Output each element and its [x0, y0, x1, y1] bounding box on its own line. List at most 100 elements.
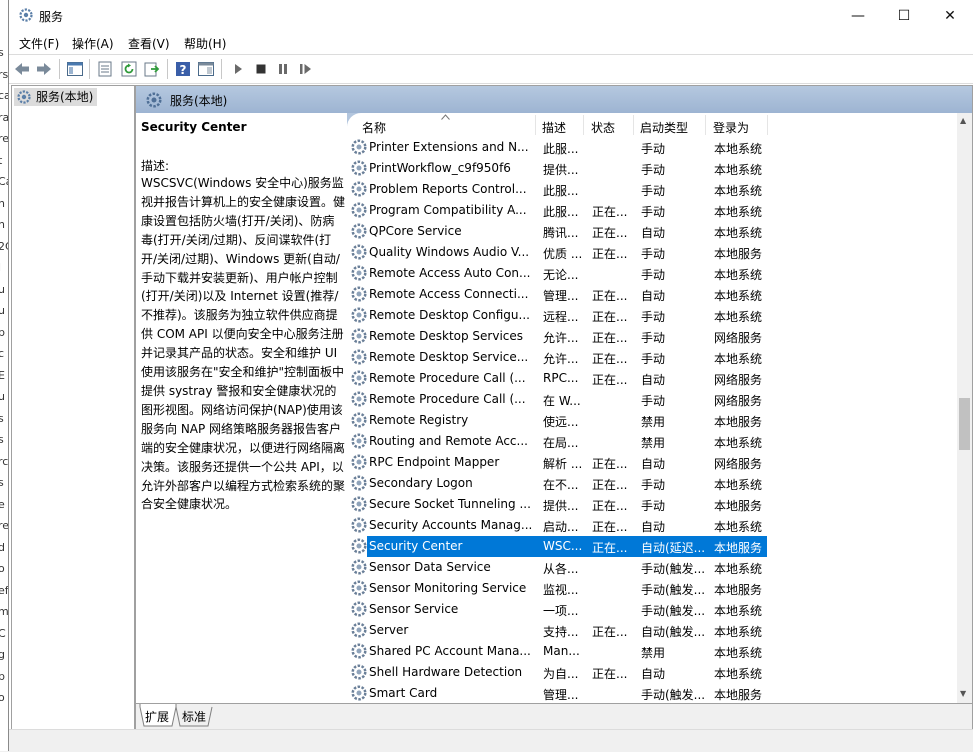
service-name: Security Center — [369, 539, 463, 553]
service-name: Remote Desktop Services — [369, 329, 524, 343]
service-gear-icon — [351, 202, 367, 218]
service-name: Security Accounts Manag... — [369, 518, 533, 532]
service-row[interactable]: Quality Windows Audio V... 优质 ... 正在... 手动 本… — [347, 242, 957, 263]
background-text-fragment: c — [0, 347, 5, 360]
service-row[interactable]: Remote Procedure Call (... RPC... 正在... 自动 网… — [347, 368, 957, 389]
tab-standard[interactable]: 标准 — [182, 708, 206, 726]
tab-extended[interactable]: 扩展 — [145, 708, 169, 726]
column-header-name[interactable]: 名称 — [362, 119, 386, 136]
background-text-fragment: rsi — [0, 67, 8, 81]
service-row[interactable]: Remote Desktop Service... 允许... 正在... 手动 本地系… — [347, 347, 957, 368]
tree-node-services-local[interactable]: 服务(本地) — [14, 88, 98, 106]
gear-icon — [17, 90, 31, 104]
service-name: RPC Endpoint Mapper — [369, 455, 500, 469]
tree-node-label: 服务(本地) — [36, 90, 94, 104]
service-logon-as: 本地服务 — [714, 247, 763, 261]
stop-service-icon[interactable] — [252, 60, 270, 78]
service-row[interactable]: Secure Socket Tunneling ... 提供... 正在... 手动 本… — [347, 494, 957, 515]
service-startup-type: 手动 — [641, 331, 666, 345]
properties-sheet-icon[interactable] — [96, 60, 114, 78]
column-separator[interactable] — [583, 115, 584, 135]
service-row[interactable]: Remote Registry 使远... 禁用 本地服务 — [347, 410, 957, 431]
background-text-fragment: re — [0, 132, 8, 145]
toolbar-separator — [167, 59, 168, 79]
service-desc: 管理... — [543, 688, 579, 702]
service-desc: 解析 ... — [543, 457, 583, 471]
column-separator[interactable] — [535, 115, 536, 135]
service-row[interactable]: Remote Desktop Services 允许... 正在... 手动 网络服务 — [347, 326, 957, 347]
scroll-up-arrow-icon[interactable]: ▲ — [960, 116, 966, 125]
service-row[interactable]: QPCore Service 腾讯... 正在... 自动 本地系统 — [347, 221, 957, 242]
export-list-icon[interactable] — [143, 60, 161, 78]
toolbar-separator — [59, 59, 60, 79]
service-row[interactable]: Program Compatibility A... 此服... 正在... 手动 本地… — [347, 200, 957, 221]
service-row[interactable]: Sensor Service 一项... 手动(触发... 本地系统 — [347, 599, 957, 620]
refresh-icon[interactable] — [120, 60, 138, 78]
background-text-fragment: s — [0, 411, 4, 425]
pause-service-icon[interactable] — [274, 60, 292, 78]
service-row[interactable]: Security Accounts Manag... 启动... 正在... 自动 本地… — [347, 515, 957, 536]
column-header-desc[interactable]: 描述 — [542, 119, 566, 136]
service-row[interactable]: Remote Access Connecti... 管理... 正在... 自动 本地系… — [347, 284, 957, 305]
column-header-separator[interactable] — [633, 115, 634, 135]
service-logon-as: 本地系统 — [714, 520, 763, 534]
service-row[interactable]: Sensor Monitoring Service 监视... 手动(触发... 本地… — [347, 578, 957, 599]
service-row[interactable]: Secondary Logon 在不... 正在... 手动 本地系统 — [347, 473, 957, 494]
scroll-down-arrow-icon[interactable]: ▼ — [960, 689, 966, 698]
service-row[interactable]: Server 支持... 正在... 自动(触发... 本地系统 — [347, 620, 957, 641]
service-row[interactable]: Smart Card 管理... 手动(触发... 本地服务 — [347, 683, 957, 703]
menu-action[interactable]: 操作(A) — [72, 35, 114, 52]
service-row[interactable]: PrintWorkflow_c9f950f6 提供... 手动 本地系统 — [347, 158, 957, 179]
service-name: Shared PC Account Mana... — [369, 644, 531, 658]
help-icon[interactable]: ? — [174, 60, 192, 78]
menu-view[interactable]: 查看(V) — [128, 35, 170, 52]
service-row[interactable]: Problem Reports Control... 此服... 手动 本地系统 — [347, 179, 957, 200]
restart-service-icon[interactable] — [297, 60, 315, 78]
service-name: Sensor Service — [369, 602, 459, 616]
column-header-status[interactable]: 状态 — [591, 119, 615, 136]
start-service-icon[interactable] — [229, 60, 247, 78]
forward-arrow-icon[interactable] — [35, 60, 53, 78]
service-startup-type: 禁用 — [641, 646, 666, 660]
service-row[interactable]: Sensor Data Service 从各... 手动(触发... 本地系统 — [347, 557, 957, 578]
console-tree-icon[interactable] — [66, 60, 84, 78]
maximize-button[interactable]: ☐ — [881, 0, 927, 31]
service-row[interactable]: Shell Hardware Detection 为自... 正在... 自动 本地系统 — [347, 662, 957, 683]
column-separator[interactable] — [767, 115, 768, 135]
service-row[interactable]: Security Center WSC... 正在... 自动(延迟... 本地服务 — [347, 536, 957, 557]
column-header-logon[interactable]: 登录为 — [713, 119, 749, 136]
scrollbar-thumb[interactable] — [959, 398, 970, 450]
service-row[interactable]: Remote Desktop Configu... 远程... 正在... 手动 本地系… — [347, 305, 957, 326]
menu-help[interactable]: 帮助(H) — [184, 35, 226, 52]
service-desc: 启动... — [543, 520, 579, 534]
service-row[interactable]: Printer Extensions and N... 此服... 手动 本地系统 — [347, 137, 957, 158]
vertical-scrollbar[interactable]: ▲ ▼ — [957, 113, 972, 703]
service-desc: 使远... — [543, 415, 579, 429]
back-arrow-icon[interactable] — [13, 60, 31, 78]
service-startup-type: 手动(触发... — [641, 583, 706, 597]
service-gear-icon — [351, 685, 367, 701]
column-header-startup[interactable]: 启动类型 — [640, 119, 688, 136]
service-row[interactable]: Remote Access Auto Con... 无论... 手动 本地系统 — [347, 263, 957, 284]
column-separator[interactable] — [705, 115, 706, 135]
service-row[interactable]: Routing and Remote Acc... 在局... 禁用 本地系统 — [347, 431, 957, 452]
menu-file[interactable]: 文件(F) — [19, 35, 59, 52]
service-desc: 提供... — [543, 499, 579, 513]
selected-service-name: Security Center — [141, 120, 247, 134]
minimize-button[interactable]: — — [835, 0, 881, 31]
service-startup-type: 手动 — [641, 205, 666, 219]
service-name: Routing and Remote Acc... — [369, 434, 528, 448]
service-row[interactable]: Remote Procedure Call (... 在 W... 手动 网络服务 — [347, 389, 957, 410]
service-gear-icon — [351, 223, 367, 239]
service-startup-type: 手动 — [641, 184, 666, 198]
service-gear-icon — [351, 622, 367, 638]
service-logon-as: 本地服务 — [714, 499, 763, 513]
service-row[interactable]: RPC Endpoint Mapper 解析 ... 正在... 自动 网络服务 — [347, 452, 957, 473]
service-status: 正在... — [592, 373, 628, 387]
close-button[interactable]: ✕ — [927, 0, 973, 31]
service-desc: 远程... — [543, 310, 579, 324]
service-row[interactable]: Shared PC Account Mana... Man... 禁用 本地系统 — [347, 641, 957, 662]
service-logon-as: 本地系统 — [714, 268, 763, 282]
background-text-fragment: m — [0, 605, 8, 618]
show-pane-icon[interactable] — [197, 60, 215, 78]
